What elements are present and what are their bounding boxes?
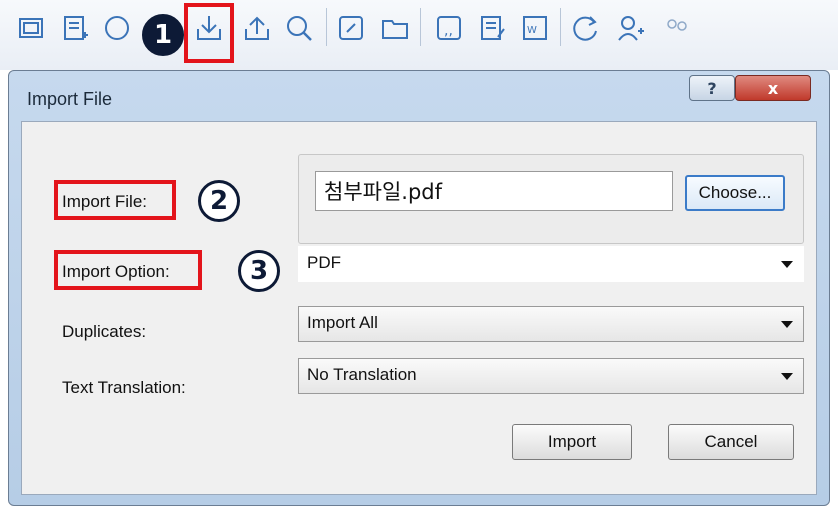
chevron-down-icon [781,373,793,380]
chevron-down-icon [781,321,793,328]
file-path-field[interactable]: 첨부파일.pdf [315,171,673,211]
toolbar-separator [560,8,561,46]
dialog-content: Import File: 2 첨부파일.pdf Choose... Import… [21,121,817,495]
import-button[interactable]: Import [512,424,632,460]
text-translation-label: Text Translation: [62,378,186,397]
add-list-icon[interactable] [58,8,92,48]
user-group-icon[interactable] [660,8,694,48]
globe-icon[interactable] [100,8,134,48]
chevron-down-icon [781,261,793,268]
step-1-badge: 1 [142,14,184,56]
svg-text:,,: ,, [444,23,453,39]
duplicates-select[interactable]: Import All [298,306,804,342]
add-user-icon[interactable] [614,8,648,48]
toolbar-separator [420,8,421,46]
help-button[interactable]: ? [689,75,735,101]
close-button[interactable]: x [735,75,811,101]
link-icon[interactable] [334,8,368,48]
import-highlight-box [184,3,234,63]
cancel-button[interactable]: Cancel [668,424,794,460]
step-3-badge: 3 [238,250,280,292]
toolbar: ,, W 1 [0,0,838,70]
dialog-title: Import File [27,89,113,109]
import-option-highlight [54,250,202,290]
step-2-badge: 2 [198,180,240,222]
text-translation-select[interactable]: No Translation [298,358,804,394]
folder-icon[interactable] [378,8,412,48]
search-document-icon[interactable] [282,8,316,48]
frame-icon[interactable] [14,8,48,48]
import-file-dialog: Import File ? x Import File: 2 첨부파일.pdf … [8,70,830,506]
note-icon[interactable] [476,8,510,48]
refresh-icon[interactable] [568,8,602,48]
import-option-value: PDF [307,253,341,272]
text-translation-value: No Translation [307,365,417,384]
import-file-highlight [54,180,176,220]
export-icon[interactable] [240,8,274,48]
quote-icon[interactable]: ,, [432,8,466,48]
import-option-select[interactable]: PDF [298,246,804,282]
duplicates-label: Duplicates: [62,322,147,341]
svg-text:W: W [527,25,537,36]
duplicates-value: Import All [307,313,378,332]
word-icon[interactable]: W [518,8,552,48]
file-group-box: 첨부파일.pdf Choose... [298,154,804,244]
toolbar-separator [326,8,327,46]
choose-button[interactable]: Choose... [685,175,785,211]
